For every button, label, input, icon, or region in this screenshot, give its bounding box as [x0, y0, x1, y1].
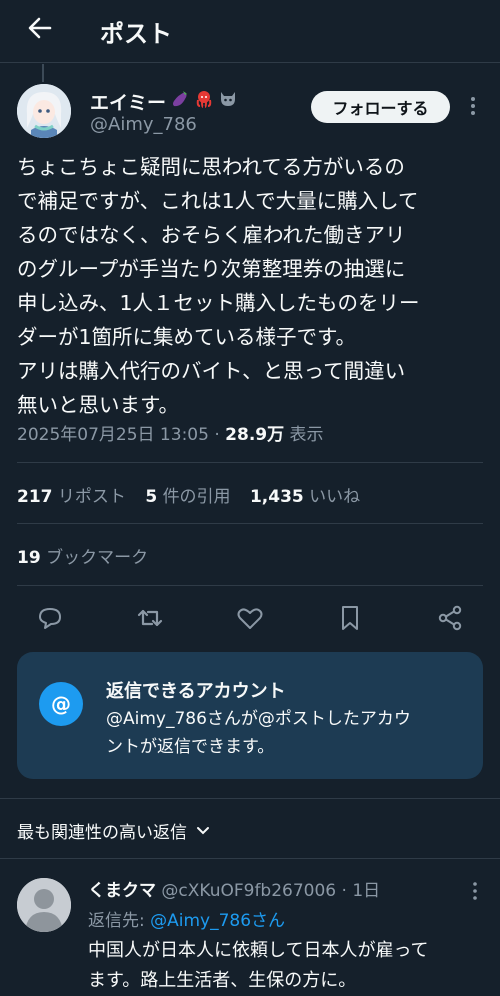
reply-author-handle[interactable]: @cXKuOF9fb267006: [161, 881, 336, 901]
like-count: 1,435: [249, 487, 304, 507]
repost-label: リポスト: [57, 487, 126, 507]
timestamp[interactable]: 2025年07月25日 13:05: [17, 425, 209, 445]
bookmark-stat[interactable]: 19 ブックマーク: [17, 543, 148, 568]
reply-time[interactable]: 1日: [352, 881, 380, 901]
demon-icon: [221, 92, 235, 106]
reply-restriction-description: @Aimy_786さんが@ポストしたアカウ ントが返信できます。: [106, 705, 466, 761]
reply-header: くまクマ @cXKuOF9fb267006 · 1日: [88, 876, 380, 901]
reply-to-label: 返信先:: [88, 911, 145, 931]
reply-text: 中国人が日本人に依頼して日本人が雇って ます。路上生活者、生保の方に。: [88, 936, 488, 996]
bookmark-label: ブックマーク: [46, 548, 149, 568]
view-label: 表示: [289, 425, 324, 445]
top-bar: ポスト: [0, 0, 500, 63]
reply-separator: ·: [341, 881, 347, 901]
bookmark-count: 19: [17, 548, 41, 568]
post-text-line: ダーが1箇所に集めている様子です。: [17, 325, 356, 349]
reply-sort-label: 最も関連性の高い返信: [17, 823, 187, 843]
arrow-left-icon[interactable]: [26, 14, 54, 42]
octopus-icon: [196, 91, 212, 108]
divider: [17, 585, 483, 586]
divider: [0, 798, 500, 799]
description-line: ントが返信できます。: [106, 737, 275, 757]
reply-text-line: 中国人が日本人に依頼して日本人が雇って: [88, 940, 429, 961]
view-count: 28.9万: [225, 425, 285, 445]
reply-to-handle[interactable]: @Aimy_786さん: [150, 911, 285, 931]
like-stat[interactable]: 1,435 いいね: [250, 487, 360, 507]
quote-label: 件の引用: [162, 487, 231, 507]
quote-count: 5: [145, 487, 158, 507]
page-title: ポスト: [100, 20, 172, 48]
post-text-line: 申し込み、1人１セット購入したものをリー: [17, 291, 420, 315]
follow-button[interactable]: フォローする: [311, 91, 450, 123]
reply-restriction-title: 返信できるアカウント: [106, 681, 286, 702]
share-icon[interactable]: [435, 603, 465, 633]
engagement-stats: 217 リポスト 5 件の引用 1,435 いいね: [17, 482, 360, 507]
more-vertical-icon[interactable]: [466, 880, 484, 902]
divider: [17, 462, 483, 463]
post-text-line: で補足ですが、これは1人で大量に購入して: [17, 189, 419, 213]
quote-stat[interactable]: 5 件の引用: [145, 487, 230, 507]
reply-text-line: ます。路上生活者、生保の方に。: [88, 970, 357, 991]
author-avatar[interactable]: [17, 84, 71, 138]
repost-count: 217: [17, 487, 53, 507]
at-sign-icon: @: [39, 682, 83, 726]
meta-separator: ·: [214, 425, 220, 445]
more-vertical-icon[interactable]: [462, 94, 484, 118]
reply-to: 返信先: @Aimy_786さん: [88, 906, 285, 931]
bookmark-icon[interactable]: [335, 603, 365, 633]
like-icon[interactable]: [235, 603, 265, 633]
thread-connector: [42, 64, 44, 82]
post-meta: 2025年07月25日 13:05 · 28.9万 表示: [17, 420, 324, 445]
chevron-down-icon: [197, 826, 209, 834]
post-text-line: 無いと思います。: [17, 393, 179, 417]
reply-author-name[interactable]: くまクマ: [88, 881, 156, 901]
post-text-line: アリは購入代行のバイト、と思って間違い: [17, 359, 406, 383]
divider: [0, 858, 500, 859]
eggplant-icon: [173, 91, 187, 107]
reply-icon[interactable]: [35, 603, 65, 633]
author-handle[interactable]: @Aimy_786: [90, 114, 197, 135]
name-emojis: [170, 89, 238, 109]
post-text: ちょこちょこ疑問に思われてる方がいるの で補足ですが、これは1人で大量に購入して…: [17, 150, 487, 422]
reply-sort-dropdown[interactable]: 最も関連性の高い返信: [17, 818, 211, 843]
reply-avatar[interactable]: [17, 878, 71, 932]
repost-icon[interactable]: [135, 603, 165, 633]
like-label: いいね: [309, 487, 361, 507]
description-line: @Aimy_786さんが@ポストしたアカウ: [106, 709, 411, 729]
post-text-line: ちょこちょこ疑問に思われてる方がいるの: [17, 155, 405, 179]
divider: [17, 523, 483, 524]
reply-restriction-card: @ 返信できるアカウント @Aimy_786さんが@ポストしたアカウ ントが返信…: [17, 652, 483, 779]
post-text-line: るのではなく、おそらく雇われた働きアリ: [17, 223, 406, 247]
post-text-line: のグループが手当たり次第整理券の抽選に: [17, 257, 406, 281]
repost-stat[interactable]: 217 リポスト: [17, 487, 126, 507]
author-name[interactable]: エイミー: [90, 88, 166, 115]
